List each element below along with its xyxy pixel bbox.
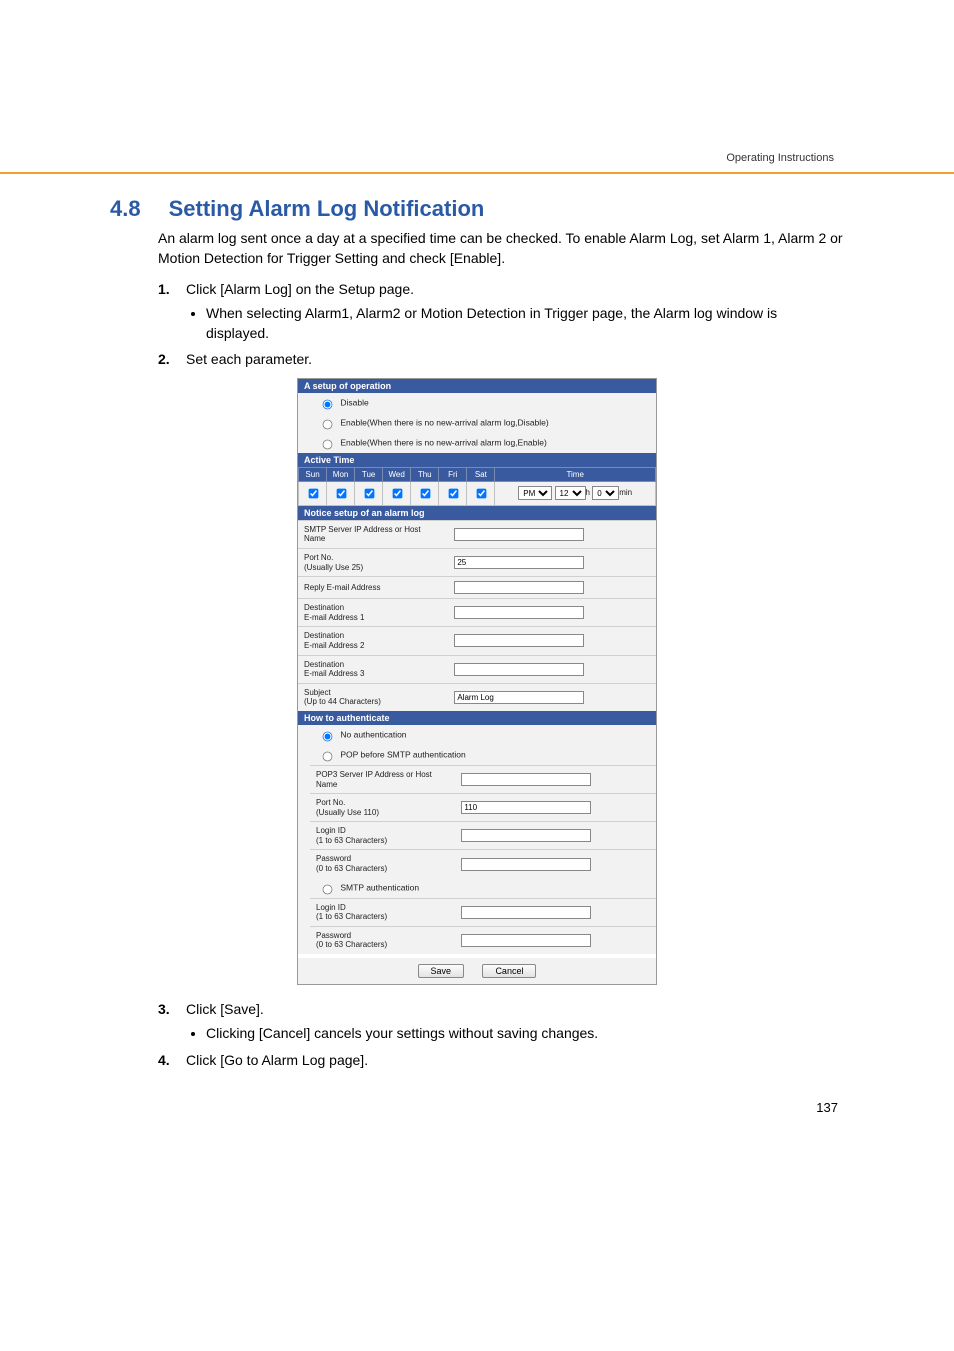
port110-label: Port No. (Usually Use 110) [310, 794, 455, 822]
auth-pop-radio[interactable] [323, 752, 333, 762]
step-2-num: 2. [158, 349, 170, 369]
section-title: 4.8 Setting Alarm Log Notification [110, 196, 844, 222]
auth-smtp-label: SMTP authentication [340, 882, 419, 892]
op-enable-off-label: Enable(When there is no new-arrival alar… [340, 417, 548, 427]
day-fri: Fri [439, 467, 467, 481]
step-3-text: Click [Save]. [186, 1001, 264, 1017]
intro-text: An alarm log sent once a day at a specif… [158, 228, 844, 269]
pop3-label: POP3 Server IP Address or Host Name [310, 765, 455, 793]
chk-tue[interactable] [364, 488, 374, 498]
save-button[interactable]: Save [418, 964, 465, 978]
day-table: Sun Mon Tue Wed Thu Fri Sat Time PM 12 [298, 467, 656, 506]
step-2-text: Set each parameter. [186, 351, 312, 367]
smtp-label: SMTP Server IP Address or Host Name [298, 520, 448, 548]
pop-table: POP3 Server IP Address or Host Name Port… [310, 765, 656, 878]
pop-password-input[interactable] [461, 858, 591, 871]
step-2: 2. Set each parameter. [158, 349, 844, 369]
heading-auth: How to authenticate [298, 711, 656, 725]
dest1-label: Destination E-mail Address 1 [298, 599, 448, 627]
heading-operation: A setup of operation [298, 379, 656, 393]
smtp-password-input[interactable] [461, 934, 591, 947]
port25-input[interactable] [454, 556, 584, 569]
op-enable-off-radio[interactable] [323, 419, 333, 429]
dest3-input[interactable] [454, 663, 584, 676]
step-3: 3. Click [Save]. Clicking [Cancel] cance… [158, 999, 844, 1044]
cancel-button[interactable]: Cancel [482, 964, 536, 978]
smtp-auth-table: Login ID (1 to 63 Characters) Password (… [310, 898, 656, 954]
op-disable-radio[interactable] [323, 399, 333, 409]
chk-fri[interactable] [448, 488, 458, 498]
heading-notice: Notice setup of an alarm log [298, 506, 656, 520]
chk-mon[interactable] [336, 488, 346, 498]
smtp-login-label: Login ID (1 to 63 Characters) [310, 898, 455, 926]
section-number: 4.8 [110, 196, 141, 221]
auth-none-radio[interactable] [323, 732, 333, 742]
day-mon: Mon [327, 467, 355, 481]
auth-smtp-radio[interactable] [323, 884, 333, 894]
auth-none-row[interactable]: No authentication [298, 725, 656, 745]
auth-none-label: No authentication [340, 729, 406, 739]
header-label: Operating Instructions [726, 152, 834, 164]
chk-sat[interactable] [476, 488, 486, 498]
step-1-num: 1. [158, 279, 170, 299]
header-rule [0, 172, 954, 174]
hour-select[interactable]: 12 [555, 486, 586, 500]
port25-label: Port No. (Usually Use 25) [298, 548, 448, 576]
subject-input[interactable] [454, 691, 584, 704]
page-number: 137 [110, 1100, 844, 1115]
step-4-num: 4. [158, 1050, 170, 1070]
pop-password-label: Password (0 to 63 Characters) [310, 850, 455, 878]
op-disable-row[interactable]: Disable [298, 393, 656, 413]
day-tue: Tue [355, 467, 383, 481]
step-1: 1. Click [Alarm Log] on the Setup page. … [158, 279, 844, 344]
config-screenshot: A setup of operation Disable Enable(When… [297, 378, 657, 985]
op-disable-label: Disable [340, 397, 368, 407]
dest2-input[interactable] [454, 634, 584, 647]
day-sun: Sun [299, 467, 327, 481]
time-cell: PM 12h 0min [495, 481, 656, 505]
day-sat: Sat [467, 467, 495, 481]
day-time: Time [495, 467, 656, 481]
step-1-sub-1: When selecting Alarm1, Alarm2 or Motion … [206, 303, 844, 344]
step-4-text: Click [Go to Alarm Log page]. [186, 1052, 368, 1068]
auth-pop-label: POP before SMTP authentication [340, 749, 465, 759]
subject-label: Subject (Up to 44 Characters) [298, 683, 448, 711]
pop-login-input[interactable] [461, 829, 591, 842]
chk-sun[interactable] [308, 488, 318, 498]
min-label: min [619, 488, 632, 497]
reply-input[interactable] [454, 581, 584, 594]
day-thu: Thu [411, 467, 439, 481]
op-enable-on-label: Enable(When there is no new-arrival alar… [340, 437, 546, 447]
dest2-label: Destination E-mail Address 2 [298, 627, 448, 655]
h-label: h [586, 488, 590, 497]
dest1-input[interactable] [454, 606, 584, 619]
step-4: 4. Click [Go to Alarm Log page]. [158, 1050, 844, 1070]
auth-smtp-row[interactable]: SMTP authentication [298, 878, 656, 898]
step-3-num: 3. [158, 999, 170, 1019]
day-wed: Wed [383, 467, 411, 481]
pop3-input[interactable] [461, 773, 591, 786]
step-1-text: Click [Alarm Log] on the Setup page. [186, 281, 414, 297]
pop-login-label: Login ID (1 to 63 Characters) [310, 822, 455, 850]
smtp-login-input[interactable] [461, 906, 591, 919]
notice-table: SMTP Server IP Address or Host Name Port… [298, 520, 656, 711]
op-enable-on-row[interactable]: Enable(When there is no new-arrival alar… [298, 433, 656, 453]
min-select[interactable]: 0 [592, 486, 619, 500]
heading-active-time: Active Time [298, 453, 656, 467]
reply-label: Reply E-mail Address [298, 577, 448, 599]
step-3-sub-1: Clicking [Cancel] cancels your settings … [206, 1023, 844, 1043]
smtp-password-label: Password (0 to 63 Characters) [310, 926, 455, 954]
dest3-label: Destination E-mail Address 3 [298, 655, 448, 683]
section-title-text: Setting Alarm Log Notification [169, 196, 485, 221]
op-enable-on-radio[interactable] [323, 439, 333, 449]
smtp-input[interactable] [454, 528, 584, 541]
chk-wed[interactable] [392, 488, 402, 498]
port110-input[interactable] [461, 801, 591, 814]
chk-thu[interactable] [420, 488, 430, 498]
ampm-select[interactable]: PM [518, 486, 552, 500]
op-enable-off-row[interactable]: Enable(When there is no new-arrival alar… [298, 413, 656, 433]
auth-pop-row[interactable]: POP before SMTP authentication [298, 745, 656, 765]
